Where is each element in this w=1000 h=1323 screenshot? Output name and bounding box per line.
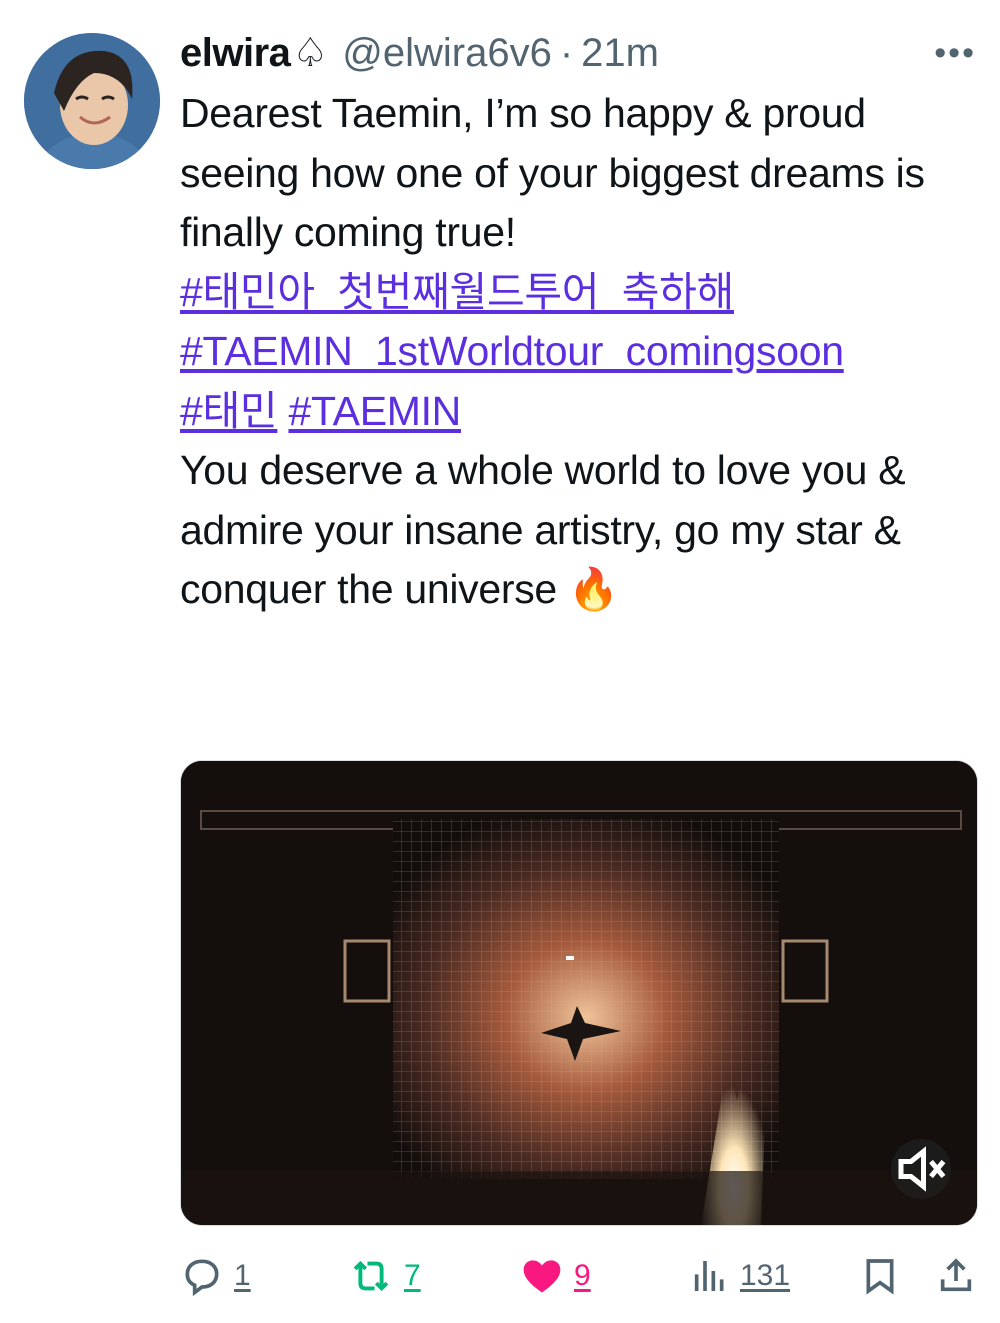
reply-button[interactable]: 1: [180, 1252, 251, 1300]
heart-icon: [523, 1260, 561, 1293]
concert-stage-video-frame: [181, 761, 977, 1225]
views-count: 131: [740, 1259, 791, 1292]
hashtag-link[interactable]: #태민: [180, 388, 278, 434]
like-count: 9: [574, 1259, 591, 1292]
tweet-actions: 1 7 9 131: [180, 1252, 976, 1300]
share-icon: [940, 1258, 972, 1292]
repost-button[interactable]: 7: [348, 1252, 421, 1300]
like-button[interactable]: 9: [520, 1252, 591, 1300]
volume-muted-icon[interactable]: [891, 1139, 951, 1199]
video-player[interactable]: [180, 760, 978, 1226]
more-options-icon[interactable]: •••: [934, 34, 976, 73]
tweet-text-intro: Dearest Taemin, I’m so happy & proud see…: [180, 90, 925, 255]
repost-icon: [353, 1260, 389, 1292]
views-chart-icon: [694, 1261, 724, 1291]
display-name[interactable]: elwira: [180, 31, 291, 76]
views-button[interactable]: 131: [690, 1252, 790, 1300]
tweet-header: elwira ♤ @elwira6v6 · 21m: [180, 28, 659, 78]
timestamp[interactable]: 21m: [581, 31, 659, 76]
avatar[interactable]: [24, 33, 160, 169]
reply-icon: [185, 1259, 219, 1297]
repost-count: 7: [404, 1259, 421, 1292]
bookmark-button[interactable]: [860, 1252, 900, 1300]
share-button[interactable]: [936, 1252, 976, 1300]
reply-count: 1: [234, 1259, 251, 1292]
tweet-text-outro: You deserve a whole world to love you & …: [180, 447, 906, 612]
tweet-text: Dearest Taemin, I’m so happy & proud see…: [180, 84, 970, 620]
hashtag-link[interactable]: #TAEMIN: [288, 388, 461, 434]
spade-icon: ♤: [292, 31, 329, 75]
avatar-image: [24, 33, 160, 169]
hashtag-link[interactable]: #TAEMIN_1stWorldtour_comingsoon: [180, 328, 844, 374]
user-handle[interactable]: @elwira6v6: [342, 31, 552, 76]
separator-dot: ·: [559, 30, 574, 75]
hashtag-link[interactable]: #태민아_첫번째월드투어_축하해: [180, 269, 734, 315]
bookmark-icon: [866, 1259, 894, 1295]
